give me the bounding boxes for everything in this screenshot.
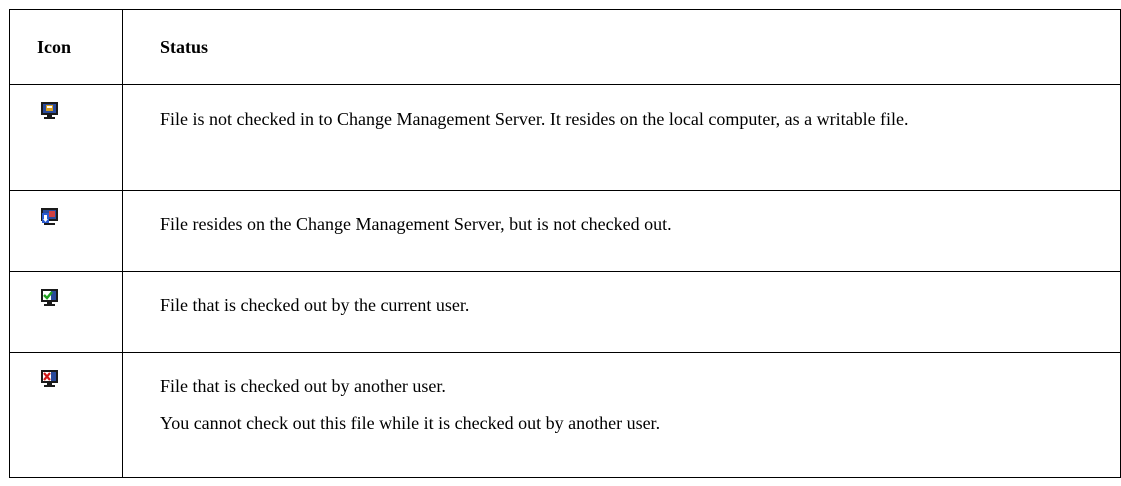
icon-cell [9, 352, 123, 478]
monitor-checked-out-current-user-icon [40, 288, 59, 307]
column-header-status: Status [122, 9, 1121, 85]
status-text: File is not checked in to Change Managem… [122, 84, 1121, 191]
status-table: Icon Status File is not checked in to Ch… [9, 9, 1121, 478]
table-row: File that is checked out by the current … [9, 271, 1121, 353]
column-header-icon: Icon [9, 9, 123, 85]
monitor-local-file-icon [40, 101, 59, 120]
monitor-checked-out-other-user-icon [40, 369, 59, 388]
status-text: File that is checked out by another user… [160, 376, 446, 396]
icon-cell [9, 84, 123, 191]
icon-cell [9, 271, 123, 353]
status-note: You cannot check out this file while it … [160, 413, 661, 433]
monitor-server-file-icon [40, 207, 59, 226]
table-header-row: Icon Status [9, 9, 1121, 85]
status-text: File that is checked out by the current … [122, 271, 1121, 353]
icon-cell [9, 190, 123, 272]
status-text: File resides on the Change Management Se… [122, 190, 1121, 272]
table-row: File that is checked out by another user… [9, 352, 1121, 478]
table-row: File is not checked in to Change Managem… [9, 84, 1121, 191]
status-text-cell: File that is checked out by another user… [122, 352, 1121, 478]
table-row: File resides on the Change Management Se… [9, 190, 1121, 272]
